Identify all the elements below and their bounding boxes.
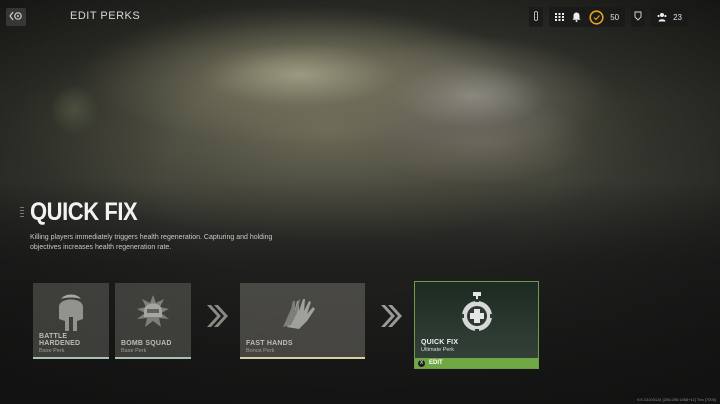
x-button-icon: X [418,359,425,367]
chevron-right-icon [379,303,403,329]
friends-icon [657,12,667,22]
page-title: EDIT PERKS [70,10,141,22]
back-icon [9,8,23,26]
perk-card-name: QUICK FIX [421,339,459,346]
rank-display[interactable]: 50 [589,9,620,25]
title-marker [20,207,24,217]
hands-icon [240,291,365,335]
bomb-squad-helmet-icon [115,291,191,335]
perk-card-type: Base Perk [39,348,65,354]
perk-card-fast-hands[interactable]: FAST HANDS Bonus Perk [240,283,365,359]
perk-card-bomb-squad[interactable]: BOMB SQUAD Base Perk [115,283,191,359]
edit-label: EDIT [429,360,443,366]
back-button[interactable] [6,8,26,26]
friends-count: 23 [673,12,682,22]
perk-description: Killing players immediately triggers hea… [30,234,273,251]
chevron-right-icon [205,303,229,329]
rank-ring-icon [589,9,604,25]
perk-card-battle-hardened[interactable]: BATTLE HARDENED Base Perk [33,283,109,359]
spartan-helmet-icon [33,291,109,335]
perk-card-name: FAST HANDS [246,340,293,347]
medic-cross-gear-icon [415,290,538,334]
friends-button[interactable]: 23 [651,7,688,27]
perk-card-name: BOMB SQUAD [121,340,172,347]
perk-card-quick-fix-selected[interactable]: QUICK FIX Ultimate Perk X EDIT [414,281,539,369]
perk-card-type: Ultimate Perk [421,347,455,353]
status-group: 50 [549,7,626,27]
battlepass-icon [634,11,642,23]
perk-card-name: BATTLE HARDENED [39,333,81,347]
version-text: 9.5.13100124 [255:255:1468+11] Tnn [7000… [637,397,716,402]
perk-card-type: Bonus Perk [246,348,275,354]
mic-icon [534,11,539,23]
grid-menu-icon[interactable] [555,13,565,21]
edit-button[interactable]: X EDIT [415,358,538,368]
rank-level: 50 [610,12,620,22]
perk-title: QUICK FIX [30,198,138,226]
top-right-toolbar: 50 23 [523,7,688,27]
battlepass-button[interactable] [631,7,646,27]
mic-button[interactable] [529,7,544,27]
perk-card-type: Base Perk [121,348,147,354]
bell-icon[interactable] [572,12,581,22]
